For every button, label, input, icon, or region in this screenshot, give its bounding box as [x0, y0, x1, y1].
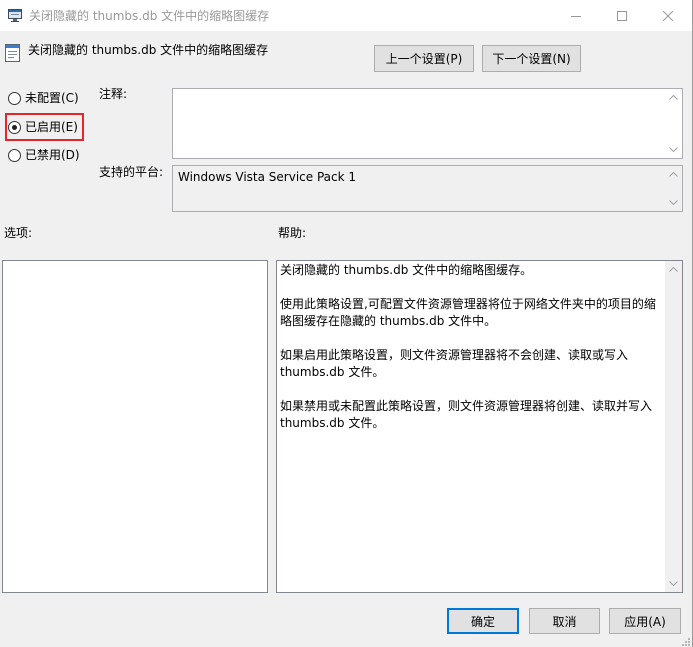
help-paragraph: 使用此策略设置,可配置文件资源管理器将位于网络文件夹中的项目的缩略图缓存在隐藏的…: [280, 297, 656, 328]
options-pane: [2, 260, 268, 593]
options-label: 选项:: [4, 226, 33, 240]
scroll-up-icon[interactable]: [665, 166, 682, 183]
scroll-up-icon[interactable]: [665, 261, 682, 278]
supported-on-value: Windows Vista Service Pack 1: [178, 170, 356, 184]
close-icon: [663, 10, 673, 21]
comment-box: [172, 88, 683, 159]
help-paragraph: 如果启用此策略设置，则文件资源管理器将不会创建、读取或写入 thumbs.db …: [280, 348, 629, 379]
scroll-up-icon[interactable]: [665, 89, 682, 106]
help-label: 帮助:: [278, 226, 307, 240]
maximize-icon: [617, 10, 627, 21]
radio-label[interactable]: 未配置(C): [25, 90, 79, 106]
radio-label[interactable]: 已禁用(D): [25, 147, 80, 163]
supported-on-label: 支持的平台:: [99, 165, 164, 179]
previous-setting-button[interactable]: 上一个设置(P): [374, 45, 474, 72]
help-text: 关闭隐藏的 thumbs.db 文件中的缩略图缓存。 使用此策略设置,可配置文件…: [277, 261, 666, 592]
cancel-button[interactable]: 取消: [529, 608, 600, 634]
comment-label: 注释:: [99, 87, 128, 101]
setting-name: 关闭隐藏的 thumbs.db 文件中的缩略图缓存: [28, 43, 269, 57]
minimize-icon: [571, 11, 581, 21]
resize-grip-icon[interactable]: [680, 635, 690, 646]
help-paragraph: 关闭隐藏的 thumbs.db 文件中的缩略图缓存。: [280, 263, 533, 277]
title-bar[interactable]: 关闭隐藏的 thumbs.db 文件中的缩略图缓存: [0, 0, 692, 31]
policy-dialog: 关闭隐藏的 thumbs.db 文件中的缩略图缓存 关闭隐藏的 thumbs.d…: [0, 0, 693, 647]
scroll-down-icon[interactable]: [665, 575, 682, 592]
radio-circle[interactable]: [8, 149, 21, 162]
policy-window-icon: [7, 7, 23, 23]
scroll-down-icon[interactable]: [665, 141, 682, 158]
radio-label[interactable]: 已启用(E): [25, 119, 78, 135]
comment-input[interactable]: [173, 89, 665, 158]
radio-circle[interactable]: [8, 121, 21, 134]
supported-on-scrollbar[interactable]: [665, 166, 682, 211]
radio-not-configured[interactable]: 未配置(C): [5, 84, 84, 112]
window-title: 关闭隐藏的 thumbs.db 文件中的缩略图缓存: [29, 9, 270, 23]
minimize-button[interactable]: [553, 0, 599, 31]
radio-circle[interactable]: [8, 92, 21, 105]
supported-on-field: Windows Vista Service Pack 1: [172, 165, 683, 212]
radio-dot: [12, 125, 17, 130]
close-button[interactable]: [645, 0, 691, 31]
comment-scrollbar[interactable]: [665, 89, 682, 158]
maximize-button[interactable]: [599, 0, 645, 31]
ok-button[interactable]: 确定: [447, 608, 519, 634]
radio-disabled[interactable]: 已禁用(D): [5, 141, 84, 169]
next-setting-button[interactable]: 下一个设置(N): [482, 45, 581, 72]
help-scrollbar[interactable]: [665, 261, 682, 592]
apply-button[interactable]: 应用(A): [609, 608, 681, 634]
radio-enabled[interactable]: 已启用(E): [5, 113, 84, 141]
help-pane: 关闭隐藏的 thumbs.db 文件中的缩略图缓存。 使用此策略设置,可配置文件…: [276, 260, 683, 593]
scroll-down-icon[interactable]: [665, 194, 682, 211]
help-paragraph: 如果禁用或未配置此策略设置，则文件资源管理器将创建、读取并写入 thumbs.d…: [280, 399, 653, 430]
policy-setting-icon: [5, 44, 20, 62]
